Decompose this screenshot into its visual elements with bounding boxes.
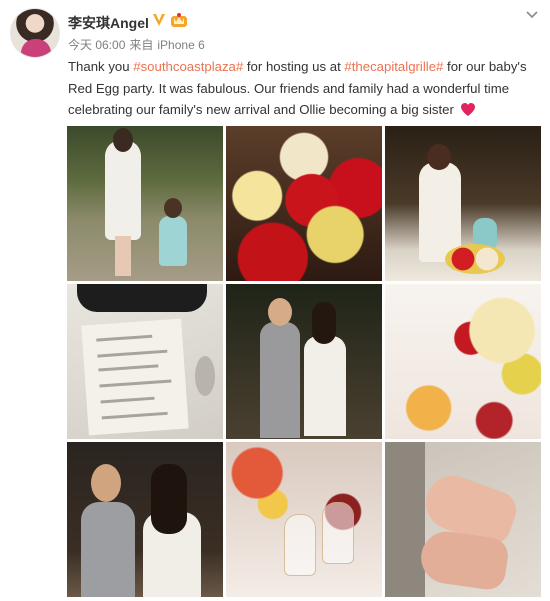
photo-figure — [81, 502, 135, 597]
photo-figure — [98, 364, 159, 372]
photo-figure — [417, 528, 511, 592]
source-device[interactable]: iPhone 6 — [157, 38, 204, 52]
photo-figure — [97, 349, 168, 358]
weibo-post-card: 李安琪Angel 今天 06:00 来自 iPhone 6 Thank you #s… — [0, 0, 550, 601]
photo-baby-feet[interactable] — [385, 442, 541, 597]
post-meta: 今天 06:00 来自 iPhone 6 — [68, 36, 209, 53]
photo-flowers-desserts[interactable] — [385, 284, 541, 439]
photo-mother-daughter-garden[interactable] — [67, 126, 223, 281]
photo-figure — [260, 322, 300, 438]
photo-figure — [81, 318, 189, 436]
member-crown-icon[interactable] — [170, 12, 188, 28]
post-timestamp[interactable]: 今天 06:00 — [68, 38, 125, 52]
photo-menu-sunglasses[interactable] — [67, 284, 223, 439]
photo-figure — [427, 144, 451, 170]
chevron-down-icon[interactable] — [524, 6, 540, 22]
photo-figure — [151, 464, 187, 534]
photo-champagne-glasses[interactable] — [226, 442, 382, 597]
photo-figure — [159, 216, 187, 266]
photo-figure — [195, 356, 215, 396]
photo-figure — [322, 502, 354, 564]
hashtag-thecapitalgrille[interactable]: #thecapitalgrille# — [344, 59, 443, 74]
photo-figure — [105, 140, 141, 240]
heart-icon — [460, 103, 475, 116]
post-text: Thank you #southcoastplaza# for hosting … — [68, 56, 544, 121]
photo-figure — [99, 379, 172, 388]
photo-red-roses[interactable] — [226, 126, 382, 281]
photo-figure — [268, 298, 292, 326]
photo-mother-child-table[interactable] — [385, 126, 541, 281]
photo-figure — [96, 334, 153, 342]
photo-figure — [312, 302, 336, 344]
photo-figure — [385, 442, 425, 597]
photo-couple-toast[interactable] — [226, 284, 382, 439]
source-prefix: 来自 — [129, 38, 154, 52]
avatar[interactable] — [10, 8, 60, 58]
hashtag-southcoastplaza[interactable]: #southcoastplaza# — [133, 59, 243, 74]
photo-couple-portrait[interactable] — [67, 442, 223, 597]
photo-figure — [101, 411, 168, 420]
photo-figure — [445, 244, 505, 274]
photo-grid — [67, 126, 541, 597]
photo-figure — [284, 514, 316, 576]
avatar-figure — [21, 39, 51, 57]
photo-figure — [304, 336, 346, 436]
photo-figure — [115, 236, 131, 276]
verified-icon[interactable] — [151, 12, 167, 28]
author-name[interactable]: 李安琪Angel — [68, 13, 149, 33]
photo-figure — [77, 284, 207, 312]
photo-figure — [113, 128, 133, 152]
photo-figure — [100, 396, 155, 404]
photo-figure — [164, 198, 182, 218]
photo-figure — [91, 464, 121, 502]
post-text-part: for hosting us at — [243, 59, 345, 74]
post-text-part: Thank you — [68, 59, 134, 74]
